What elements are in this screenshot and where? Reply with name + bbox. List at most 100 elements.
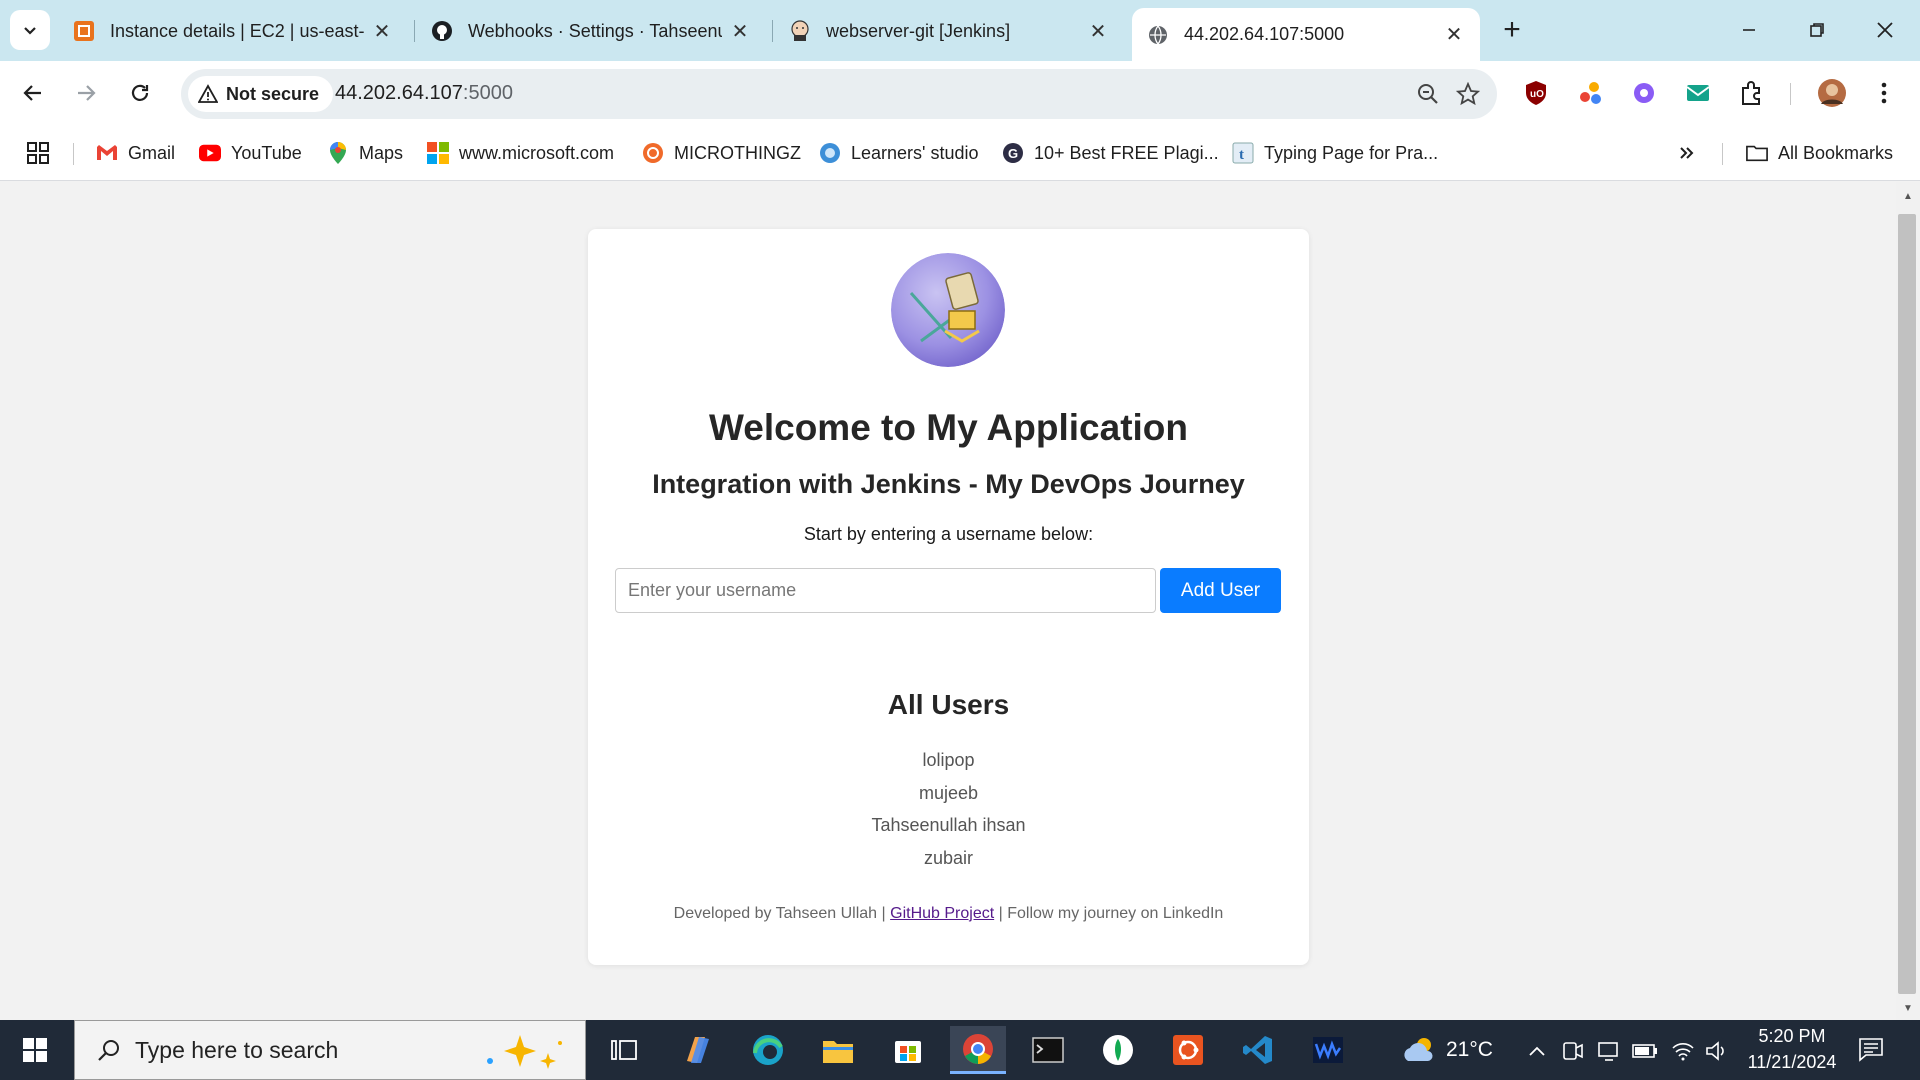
bookmark-label: Typing Page for Pra...	[1264, 142, 1439, 163]
svg-text:t: t	[1239, 147, 1244, 163]
bookmark-maps[interactable]: Maps	[327, 139, 403, 167]
close-icon[interactable]: ✕	[730, 21, 750, 43]
url-text[interactable]: 44.202.64.107:5000	[335, 82, 513, 105]
aws-ec2-icon	[72, 19, 96, 43]
terminal-icon[interactable]	[1020, 1026, 1076, 1074]
volume-icon[interactable]	[1704, 1038, 1730, 1064]
scrollbar-thumb[interactable]	[1898, 214, 1916, 994]
tab-ec2[interactable]: Instance details | EC2 | us-east-1 ✕	[58, 10, 408, 52]
winamp-icon[interactable]	[1300, 1026, 1356, 1074]
weather-cloud-icon[interactable]	[1400, 1034, 1440, 1066]
bookmark-star-icon[interactable]	[1453, 79, 1483, 109]
close-icon[interactable]: ✕	[1444, 24, 1464, 46]
tab-strip: Instance details | EC2 | us-east-1 ✕ Web…	[0, 0, 1920, 61]
bookmark-microthingz[interactable]: MICROTHINGZ	[642, 139, 801, 167]
url-port: :5000	[462, 82, 513, 104]
profile-avatar-icon[interactable]	[1816, 77, 1848, 109]
bookmark-microsoft[interactable]: www.microsoft.com	[427, 139, 614, 167]
bookmark-label: 10+ Best FREE Plagi...	[1034, 142, 1219, 163]
chevron-up-icon[interactable]	[1524, 1038, 1550, 1064]
battery-icon[interactable]	[1632, 1038, 1658, 1064]
plagiarism-icon: G	[1002, 142, 1024, 164]
arrow-left-icon	[23, 85, 41, 101]
tab-active-app[interactable]: 44.202.64.107:5000 ✕	[1132, 8, 1480, 61]
tab-title: 44.202.64.107:5000	[1184, 24, 1345, 44]
page-title: Welcome to My Application	[709, 407, 1188, 448]
windows-taskbar: Type here to search 21°C 5:20 PM 11/21/2…	[0, 1020, 1920, 1080]
extensions-puzzle-icon[interactable]	[1736, 77, 1768, 109]
clock-time[interactable]: 5:20 PM	[1752, 1026, 1832, 1047]
tab-search-button[interactable]	[10, 10, 50, 50]
task-view-icon[interactable]	[596, 1026, 652, 1074]
instruction-text: Start by entering a username below:	[803, 524, 1094, 544]
taskbar-search-box[interactable]: Type here to search	[74, 1020, 586, 1080]
add-user-button[interactable]: Add User	[1160, 568, 1281, 613]
arrow-right-icon	[78, 85, 96, 101]
users-heading: All Users	[887, 689, 1010, 720]
close-window-button[interactable]	[1862, 10, 1908, 50]
address-bar[interactable]: Not secure 44.202.64.107:5000	[181, 69, 1497, 119]
scroll-up-arrow-icon[interactable]: ▲	[1896, 186, 1920, 206]
url-host: 44.202.64.107	[335, 82, 463, 104]
chrome-taskbar-icon[interactable]	[950, 1026, 1006, 1074]
username-input[interactable]	[615, 568, 1156, 613]
reload-button[interactable]	[120, 73, 160, 113]
gear-extension-icon[interactable]	[1628, 77, 1660, 109]
meet-now-icon[interactable]	[1560, 1038, 1586, 1064]
bookmark-label: Maps	[359, 142, 404, 163]
bookmark-youtube[interactable]: YouTube	[199, 139, 302, 167]
all-bookmarks-folder[interactable]: All Bookmarks	[1746, 139, 1893, 167]
wifi-icon[interactable]	[1670, 1038, 1696, 1064]
apps-grid-icon[interactable]	[27, 139, 49, 167]
bookmark-typing-page[interactable]: t Typing Page for Pra...	[1232, 139, 1438, 167]
mail-extension-icon[interactable]	[1682, 77, 1714, 109]
mongodb-compass-icon[interactable]	[1090, 1026, 1146, 1074]
zoom-icon[interactable]	[1413, 79, 1443, 109]
kebab-menu-icon[interactable]	[1868, 77, 1900, 109]
maps-icon	[327, 142, 349, 164]
globe-icon	[1146, 23, 1170, 47]
ublock-icon[interactable]: uO	[1520, 77, 1552, 109]
clock-date[interactable]: 11/21/2024	[1742, 1052, 1842, 1073]
edge-browser-icon[interactable]	[740, 1026, 796, 1074]
vscode-icon[interactable]	[1230, 1026, 1286, 1074]
bookmark-learners-studio[interactable]: Learners' studio	[819, 139, 979, 167]
copilot-icon[interactable]	[670, 1026, 726, 1074]
forward-button[interactable]	[66, 73, 106, 113]
search-icon	[98, 1040, 119, 1061]
file-explorer-icon[interactable]	[810, 1026, 866, 1074]
display-icon[interactable]	[1596, 1038, 1622, 1064]
security-indicator[interactable]: Not secure	[188, 76, 334, 112]
users-list: lolipop mujeeb Tahseenullah ihsan zubair	[588, 749, 1309, 879]
bookmark-plagiarism[interactable]: G 10+ Best FREE Plagi...	[1002, 139, 1219, 167]
github-icon	[430, 19, 454, 43]
tab-github-webhooks[interactable]: Webhooks · Settings · Tahseenullah ✕	[416, 10, 766, 52]
weather-temperature[interactable]: 21°C	[1446, 1038, 1493, 1062]
new-tab-button[interactable]: +	[1494, 12, 1530, 48]
notification-icon[interactable]	[1858, 1036, 1884, 1062]
github-project-link[interactable]: GitHub Project	[890, 905, 994, 922]
restore-button[interactable]	[1794, 10, 1840, 50]
bookmark-gmail[interactable]: Gmail	[96, 139, 175, 167]
bookmark-label: MICROTHINGZ	[674, 142, 801, 163]
tab-title: webserver-git [Jenkins]	[826, 20, 1011, 41]
minimize-button[interactable]	[1726, 10, 1772, 50]
list-item: Tahseenullah ihsan	[871, 815, 1026, 835]
browser-toolbar: Not secure 44.202.64.107:5000 uO	[0, 61, 1920, 127]
close-icon[interactable]: ✕	[372, 21, 392, 43]
sparkle-icon	[487, 1035, 562, 1069]
restore-icon	[1810, 23, 1824, 37]
list-item: mujeeb	[918, 782, 979, 803]
microsoft-store-icon[interactable]	[880, 1026, 936, 1074]
tab-jenkins[interactable]: webserver-git [Jenkins] ✕	[774, 10, 1124, 52]
scroll-down-arrow-icon[interactable]: ▼	[1896, 998, 1920, 1018]
start-button[interactable]	[0, 1020, 70, 1080]
ubuntu-icon[interactable]	[1160, 1026, 1216, 1074]
more-bookmarks-chevron-icon[interactable]	[1678, 139, 1696, 167]
toolbar-separator	[1790, 83, 1791, 105]
app-card: Welcome to My Application Integration wi…	[588, 229, 1309, 965]
app-logo	[891, 253, 1005, 367]
close-icon[interactable]: ✕	[1088, 21, 1108, 43]
back-button[interactable]	[13, 73, 53, 113]
extension-dots-icon[interactable]	[1574, 77, 1606, 109]
